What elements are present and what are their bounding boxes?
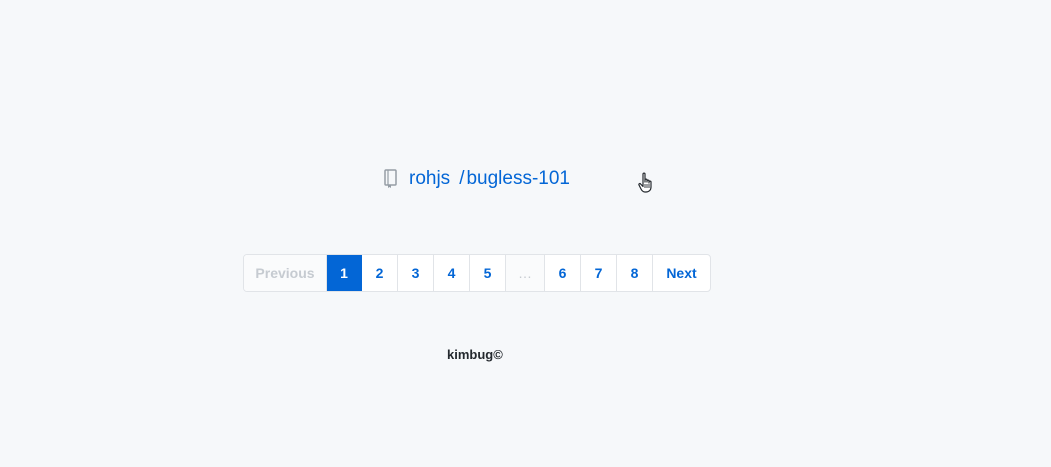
hand-pointer-cursor-icon [638, 172, 656, 194]
page-7-link[interactable]: 7 [581, 255, 617, 291]
page-4-link[interactable]: 4 [434, 255, 470, 291]
pagination: Previous 1 2 3 4 5 … 6 7 8 Next [243, 254, 711, 292]
previous-button: Previous [244, 255, 327, 291]
pagination-gap: … [506, 255, 545, 291]
page-1-current: 1 [327, 255, 362, 291]
page-3-link[interactable]: 3 [398, 255, 434, 291]
footer-credit: kimbug© [447, 347, 503, 362]
page-5-link[interactable]: 5 [470, 255, 506, 291]
repo-title: rohjs / bugless-101 [383, 166, 570, 192]
page-8-link[interactable]: 8 [617, 255, 653, 291]
repo-separator: / [459, 168, 465, 189]
page: rohjs / bugless-101 Previous 1 2 3 4 5 …… [0, 0, 1051, 467]
repo-owner-link[interactable]: rohjs [409, 168, 450, 190]
repo-book-icon [383, 169, 399, 189]
next-button[interactable]: Next [653, 255, 710, 291]
page-6-link[interactable]: 6 [545, 255, 581, 291]
page-2-link[interactable]: 2 [362, 255, 398, 291]
repo-name-link[interactable]: bugless-101 [466, 168, 570, 190]
